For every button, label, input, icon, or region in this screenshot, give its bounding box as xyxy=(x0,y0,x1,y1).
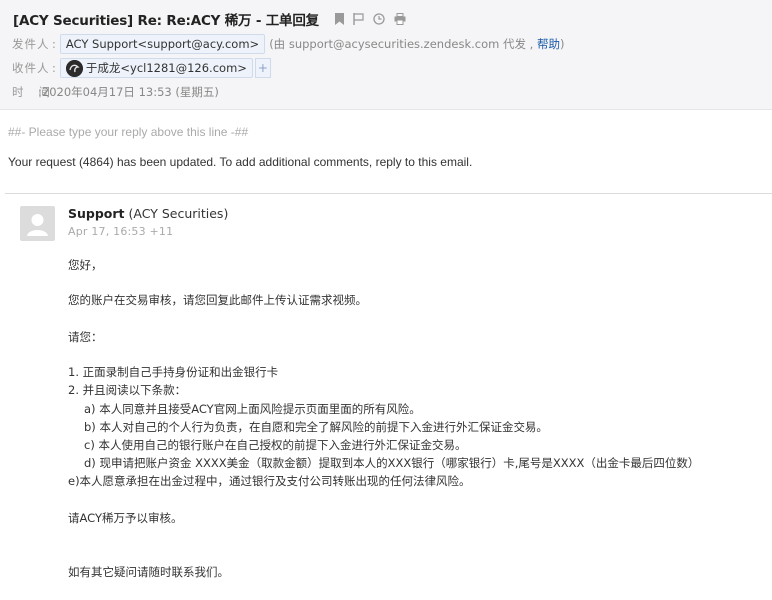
flag-icon[interactable] xyxy=(353,13,364,25)
recipient-avatar xyxy=(65,59,83,77)
add-recipient-button[interactable]: + xyxy=(254,58,271,78)
via-prefix: (由 support@acysecurities.zendesk.com 代发 … xyxy=(269,37,537,51)
clause-e: e)本人愿意承担在出金过程中，通过银行及支付公司转账出现的任何法律风险。 xyxy=(68,474,471,488)
list-item-1: 1. 正面录制自己手持身份证和出金银行卡 xyxy=(68,365,279,379)
recipient-text: 于成龙<ycl1281@126.com> xyxy=(85,61,247,75)
sender-via: (由 support@acysecurities.zendesk.com 代发 … xyxy=(269,36,564,52)
email-header: [ACY Securities] Re: Re:ACY 稀万 - 工单回复 发件… xyxy=(0,0,772,110)
to-row: 收件人 : 于成龙<ycl1281@126.com> + xyxy=(12,58,271,78)
from-label: 发件人 xyxy=(12,37,50,51)
clause-c: c) 本人使用自己的银行账户在自己授权的前提下入金进行外汇保证金交易。 xyxy=(84,438,467,452)
greeting: 您好， xyxy=(68,258,103,272)
support-avatar xyxy=(20,206,55,241)
clause-a: a) 本人同意并且接受ACY官网上面风险提示页面里面的所有风险。 xyxy=(84,402,421,416)
sender-org: (ACY Securities) xyxy=(124,206,229,221)
subject-row: [ACY Securities] Re: Re:ACY 稀万 - 工单回复 xyxy=(13,9,406,29)
recipient-chip[interactable]: 于成龙<ycl1281@126.com> xyxy=(59,58,253,78)
help-link[interactable]: 帮助 xyxy=(537,37,560,51)
divider xyxy=(5,193,772,194)
review-request: 请ACY稀万予以审核。 xyxy=(68,511,183,525)
reply-marker: ##- Please type your reply above this li… xyxy=(8,125,249,139)
person-icon xyxy=(27,214,48,236)
body-line-1: 您的账户在交易审核，请您回复此邮件上传认证需求视频。 xyxy=(68,293,367,307)
comment-date: Apr 17, 16:53 +11 xyxy=(68,225,174,238)
closing-line: 如有其它疑问请随时联系我们。 xyxy=(68,565,229,579)
list-item-2: 2. 并且阅读以下条款： xyxy=(68,383,187,397)
clock-icon[interactable] xyxy=(373,13,385,25)
from-separator: : xyxy=(52,37,56,51)
sender-chip[interactable]: ACY Support<support@acy.com> xyxy=(59,34,266,54)
to-label: 收件人 xyxy=(12,61,50,75)
time-row: 时 间 :2020年04月17日 13:53 (星期五) xyxy=(12,84,219,100)
clause-b: b) 本人对自己的个人行为负责，在自愿和完全了解风险的前提下入金进行外汇保证金交… xyxy=(84,420,548,434)
from-row: 发件人 : ACY Support<support@acy.com> (由 su… xyxy=(12,34,564,54)
via-suffix: ) xyxy=(559,37,565,51)
sender-name: Support xyxy=(68,206,125,221)
time-value: :2020年04月17日 13:53 (星期五) xyxy=(38,85,219,99)
update-notice: Your request (4864) has been updated. To… xyxy=(8,155,473,169)
body-line-2: 请您： xyxy=(68,330,103,344)
comment-sender: Support (ACY Securities) xyxy=(68,206,228,221)
subject-actions xyxy=(334,13,406,25)
print-icon[interactable] xyxy=(394,13,406,25)
bookmark-icon[interactable] xyxy=(334,13,344,25)
clause-d: d) 现申请把账户资金 XXXX美金（取款金额）提取到本人的XXX银行（哪家银行… xyxy=(84,456,700,470)
to-separator: : xyxy=(52,61,56,75)
email-subject: [ACY Securities] Re: Re:ACY 稀万 - 工单回复 xyxy=(13,13,319,29)
